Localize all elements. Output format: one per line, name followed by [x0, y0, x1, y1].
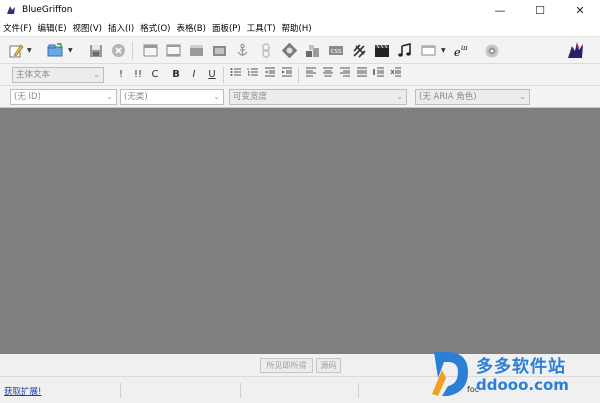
layout-alt-icon[interactable]	[164, 41, 183, 60]
site-watermark: 多多软件站 ddooo.com	[428, 348, 600, 403]
underline-button[interactable]: U	[205, 67, 219, 83]
menu-bar: 文件(F) 编辑(E) 视图(V) 插入(I) 格式(O) 表格(B) 面板(P…	[0, 20, 600, 37]
aria-role-select[interactable]: (无 ARIA 角色) ⌄	[415, 89, 530, 105]
chevron-down-icon: ⌄	[396, 92, 403, 101]
block-quote-icon[interactable]	[372, 67, 386, 83]
form-field-icon[interactable]	[419, 41, 438, 60]
math-formula-icon[interactable]: e iπ	[452, 41, 471, 60]
css-icon[interactable]: CSS	[326, 41, 345, 60]
id-select[interactable]: (无 ID) ⌄	[10, 89, 117, 105]
title-bar: BlueGriffon — ☐ ✕	[0, 0, 600, 20]
svg-text:CSS: CSS	[330, 49, 341, 55]
outdent-icon[interactable]	[263, 67, 277, 83]
open-file-icon[interactable]	[46, 41, 65, 60]
wysiwyg-mode-button[interactable]: 所见即所得	[260, 358, 313, 373]
menu-help[interactable]: 帮助(H)	[282, 22, 312, 34]
menu-file[interactable]: 文件(F)	[3, 22, 32, 34]
watermark-logo-icon	[432, 352, 468, 396]
emphasis-button[interactable]: !	[114, 67, 128, 83]
justify-icon[interactable]	[355, 67, 369, 83]
chevron-down-icon: ⌄	[519, 92, 526, 101]
bluegriffon-mascot-icon	[564, 38, 588, 62]
minimize-button[interactable]: —	[480, 0, 520, 20]
preview-icon[interactable]	[482, 41, 501, 60]
get-extensions-link[interactable]: 获取扩展!	[4, 385, 41, 397]
image-icon[interactable]	[210, 41, 229, 60]
close-button[interactable]: ✕	[560, 0, 600, 20]
menu-format[interactable]: 格式(O)	[140, 22, 170, 34]
chevron-down-icon: ⌄	[106, 92, 113, 101]
italic-button[interactable]: I	[187, 67, 201, 83]
link-icon[interactable]	[256, 41, 275, 60]
menu-panels[interactable]: 面板(P)	[212, 22, 241, 34]
menu-tools[interactable]: 工具(T)	[247, 22, 276, 34]
clear-styles-icon[interactable]	[280, 41, 299, 60]
clear-format-icon[interactable]	[389, 67, 403, 83]
paragraph-format-select[interactable]: 主体文本 ⌄	[12, 67, 104, 83]
script-icon[interactable]	[349, 41, 368, 60]
attribute-toolbar: (无 ID) ⌄ (无类) ⌄ 可变宽度 ⌄ (无 ARIA 角色) ⌄	[0, 86, 600, 108]
strong-emphasis-button[interactable]: !!	[131, 67, 145, 83]
new-document-icon[interactable]	[6, 41, 25, 60]
format-toolbar: 主体文本 ⌄ ! !! C B I U	[0, 64, 600, 86]
align-left-icon[interactable]	[304, 67, 318, 83]
watermark-url: ddooo.com	[476, 376, 569, 394]
align-center-icon[interactable]	[321, 67, 335, 83]
window-title: BlueGriffon	[22, 5, 73, 15]
indent-icon[interactable]	[280, 67, 294, 83]
form-icon[interactable]	[187, 41, 206, 60]
class-select[interactable]: (无类) ⌄	[120, 89, 224, 105]
width-select[interactable]: 可变宽度 ⌄	[229, 89, 407, 105]
menu-edit[interactable]: 编辑(E)	[38, 22, 67, 34]
menu-insert[interactable]: 插入(I)	[108, 22, 134, 34]
maximize-button[interactable]: ☐	[520, 0, 560, 20]
open-dropdown-arrow-icon[interactable]: ▼	[68, 47, 73, 54]
main-toolbar: ▼ ▼ CSS ▼ e iπ	[0, 37, 600, 64]
code-button[interactable]: C	[148, 67, 162, 83]
menu-table[interactable]: 表格(B)	[176, 22, 205, 34]
source-mode-button[interactable]: 源码	[316, 358, 341, 373]
new-dropdown-arrow-icon[interactable]: ▼	[27, 47, 32, 54]
svg-text:iπ: iπ	[461, 44, 468, 52]
editor-area[interactable]	[0, 108, 600, 354]
align-right-icon[interactable]	[338, 67, 352, 83]
numbered-list-icon[interactable]	[246, 67, 260, 83]
table-insert-icon[interactable]	[303, 41, 322, 60]
watermark-name: 多多软件站	[476, 357, 566, 377]
menu-view[interactable]: 视图(V)	[73, 22, 102, 34]
svg-text:e: e	[454, 46, 461, 59]
bluegriffon-logo-icon	[5, 4, 17, 16]
anchor-icon[interactable]	[233, 41, 252, 60]
audio-icon[interactable]	[395, 41, 414, 60]
save-icon[interactable]	[86, 41, 105, 60]
layout-icon[interactable]	[141, 41, 160, 60]
chevron-down-icon: ⌄	[213, 92, 220, 101]
form-dropdown-arrow-icon[interactable]: ▼	[441, 47, 446, 54]
chevron-down-icon: ⌄	[93, 70, 100, 79]
bold-button[interactable]: B	[169, 67, 183, 83]
video-icon[interactable]	[372, 41, 391, 60]
close-document-icon[interactable]	[109, 41, 128, 60]
bullet-list-icon[interactable]	[229, 67, 243, 83]
